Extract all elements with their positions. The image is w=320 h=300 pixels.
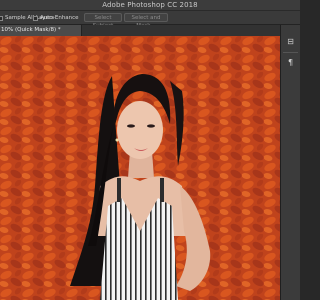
auto-enhance-label: Auto-Enhance (40, 15, 79, 21)
window-title: Adobe Photoshop CC 2018 (102, 1, 198, 9)
auto-enhance-checkbox[interactable] (33, 15, 38, 21)
image-canvas[interactable] (0, 36, 280, 300)
portrait-photo (0, 36, 280, 300)
auto-enhance-option[interactable]: Auto-Enhance (33, 14, 79, 22)
select-subject-button[interactable]: Select Subject (84, 13, 122, 29)
sample-all-layers-checkbox[interactable] (0, 15, 3, 21)
paragraph-icon[interactable]: ¶ (284, 56, 297, 69)
adjust-icon[interactable]: ⊟ (284, 35, 297, 48)
select-and-mask-button[interactable]: Select and Mask... (124, 13, 168, 29)
document-tab[interactable]: 10% (Quick Mask/8) * (0, 25, 82, 36)
title-bar: Adobe Photoshop CC 2018 (0, 0, 300, 11)
options-bar: Sample All Layers Auto-Enhance Select Su… (0, 11, 300, 29)
right-panel-dock: ⊟ ¶ (280, 25, 300, 300)
tab-strip (82, 25, 280, 36)
panel-divider (283, 52, 298, 53)
